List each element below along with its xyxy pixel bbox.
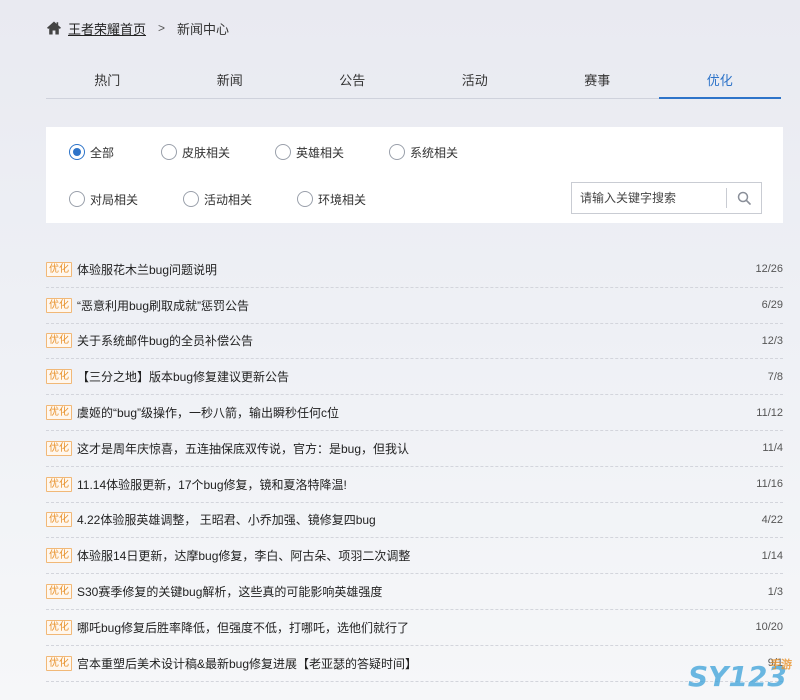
- news-item[interactable]: 优化 【三分之地】版本bug修复建议更新公告 7/8: [46, 359, 783, 396]
- category-badge: 优化: [46, 297, 72, 313]
- news-date: 11/12: [756, 406, 783, 419]
- watermark-logo: SY123 手游: [684, 652, 794, 698]
- news-item[interactable]: 优化 这才是周年庆惊喜，五连抽保底双传说，官方：是bug，但我认 11/4: [46, 431, 783, 467]
- news-list: 优化 体验服花木兰bug问题说明 12/26 优化 “恶意利用bug刷取成就”惩…: [46, 252, 783, 682]
- news-item[interactable]: 优化 “恶意利用bug刷取成就”惩罚公告 6/29: [46, 288, 783, 324]
- news-date: 10/20: [755, 621, 783, 634]
- category-badge: 优化: [46, 655, 72, 671]
- news-title[interactable]: 11.14体验服更新，17个bug修复，镜和夏洛特降温!: [77, 476, 756, 493]
- tab-events[interactable]: 活动: [414, 64, 537, 98]
- tab-esports[interactable]: 赛事: [536, 64, 659, 98]
- category-badge: 优化: [46, 512, 72, 528]
- filter-radio-system[interactable]: 系统相关: [389, 142, 458, 162]
- tab-optimization[interactable]: 优化: [658, 64, 782, 99]
- news-item[interactable]: 优化 S30赛季修复的关键bug解析，这些真的可能影响英雄强度 1/3: [46, 574, 783, 610]
- breadcrumb: 王者荣耀首页 > 新闻中心: [46, 18, 229, 38]
- news-date: 6/29: [761, 299, 783, 312]
- news-date: 12/26: [755, 263, 783, 276]
- news-title[interactable]: 体验服14日更新，达摩bug修复，李白、阿古朵、项羽二次调整: [77, 547, 762, 564]
- news-date: 7/8: [767, 370, 783, 383]
- news-item[interactable]: 优化 虞姬的“bug”级操作，一秒八箭，输出瞬秒任何c位 11/12: [46, 395, 783, 431]
- news-title[interactable]: 体验服花木兰bug问题说明: [77, 261, 755, 278]
- tab-news[interactable]: 新闻: [169, 64, 292, 98]
- category-badge: 优化: [46, 369, 72, 385]
- filter-label: 系统相关: [410, 145, 459, 160]
- filter-radio-environment[interactable]: 环境相关: [297, 189, 366, 209]
- news-title[interactable]: 4.22体验服英雄调整， 王昭君、小乔加强、镜修复四bug: [77, 511, 762, 528]
- breadcrumb-home-link[interactable]: 王者荣耀首页: [68, 19, 146, 38]
- news-title[interactable]: “恶意利用bug刷取成就”惩罚公告: [77, 297, 762, 314]
- radio-circle: [183, 191, 199, 207]
- filter-panel: 全部 皮肤相关 英雄相关 系统相关 对局相关 活动相关 环境相关: [46, 127, 783, 223]
- filter-label: 对局相关: [90, 192, 139, 207]
- news-item[interactable]: 优化 4.22体验服英雄调整， 王昭君、小乔加强、镜修复四bug 4/22: [46, 503, 783, 539]
- home-icon[interactable]: [46, 20, 62, 36]
- radio-circle: [297, 191, 313, 207]
- filter-radio-skin[interactable]: 皮肤相关: [161, 142, 230, 162]
- search-box: [571, 182, 762, 214]
- news-date: 1/3: [767, 585, 783, 598]
- news-item[interactable]: 优化 11.14体验服更新，17个bug修复，镜和夏洛特降温! 11/16: [46, 467, 783, 503]
- filter-radio-activity[interactable]: 活动相关: [183, 189, 252, 209]
- news-title[interactable]: 【三分之地】版本bug修复建议更新公告: [77, 368, 768, 385]
- radio-circle: [161, 144, 177, 160]
- tab-announcement[interactable]: 公告: [291, 64, 414, 98]
- filter-radio-all[interactable]: 全部: [69, 142, 114, 162]
- news-item[interactable]: 优化 哪吒bug修复后胜率降低，但强度不低，打哪吒，选他们就行了 10/20: [46, 610, 783, 646]
- category-tabs: 热门 新闻 公告 活动 赛事 优化: [46, 64, 781, 99]
- news-date: 11/16: [756, 478, 783, 491]
- filter-label: 环境相关: [318, 192, 367, 207]
- search-button[interactable]: [727, 183, 761, 213]
- news-date: 4/22: [761, 513, 783, 526]
- filter-radio-match[interactable]: 对局相关: [69, 189, 138, 209]
- news-item[interactable]: 优化 体验服14日更新，达摩bug修复，李白、阿古朵、项羽二次调整 1/14: [46, 538, 783, 575]
- news-title[interactable]: 这才是周年庆惊喜，五连抽保底双传说，官方：是bug，但我认: [77, 440, 762, 457]
- category-badge: 优化: [46, 619, 72, 635]
- radio-circle: [69, 144, 85, 160]
- filter-label: 皮肤相关: [182, 145, 231, 160]
- category-badge: 优化: [46, 261, 72, 277]
- svg-text:手游: 手游: [770, 657, 792, 671]
- news-title[interactable]: 虞姬的“bug”级操作，一秒八箭，输出瞬秒任何c位: [77, 404, 756, 421]
- breadcrumb-current: 新闻中心: [177, 21, 230, 37]
- news-title[interactable]: 宫本重塑后美术设计稿&最新bug修复进展【老亚瑟的答疑时间】: [77, 655, 768, 672]
- filter-label: 全部: [90, 145, 115, 160]
- news-title[interactable]: 关于系统邮件bug的全员补偿公告: [77, 332, 762, 349]
- filter-label: 英雄相关: [296, 145, 345, 160]
- tab-hot[interactable]: 热门: [46, 64, 169, 98]
- category-badge: 优化: [46, 548, 72, 564]
- news-date: 11/4: [762, 442, 783, 455]
- news-item[interactable]: 优化 宫本重塑后美术设计稿&最新bug修复进展【老亚瑟的答疑时间】 9/1: [46, 646, 783, 682]
- breadcrumb-separator: >: [158, 21, 166, 35]
- category-badge: 优化: [46, 440, 72, 456]
- news-item[interactable]: 优化 关于系统邮件bug的全员补偿公告 12/3: [46, 324, 783, 360]
- news-title[interactable]: S30赛季修复的关键bug解析，这些真的可能影响英雄强度: [77, 583, 768, 600]
- radio-circle: [69, 191, 85, 207]
- search-input[interactable]: [572, 184, 726, 212]
- category-badge: 优化: [46, 476, 72, 492]
- radio-circle: [389, 144, 405, 160]
- filter-label: 活动相关: [204, 192, 253, 207]
- category-badge: 优化: [46, 405, 72, 421]
- radio-circle: [275, 144, 291, 160]
- news-item[interactable]: 优化 体验服花木兰bug问题说明 12/26: [46, 252, 783, 288]
- news-date: 1/14: [761, 549, 783, 562]
- filter-radio-hero[interactable]: 英雄相关: [275, 142, 344, 162]
- category-badge: 优化: [46, 333, 72, 349]
- search-icon: [737, 191, 751, 205]
- news-title[interactable]: 哪吒bug修复后胜率降低，但强度不低，打哪吒，选他们就行了: [77, 619, 755, 636]
- news-date: 12/3: [761, 334, 783, 347]
- category-badge: 优化: [46, 584, 72, 600]
